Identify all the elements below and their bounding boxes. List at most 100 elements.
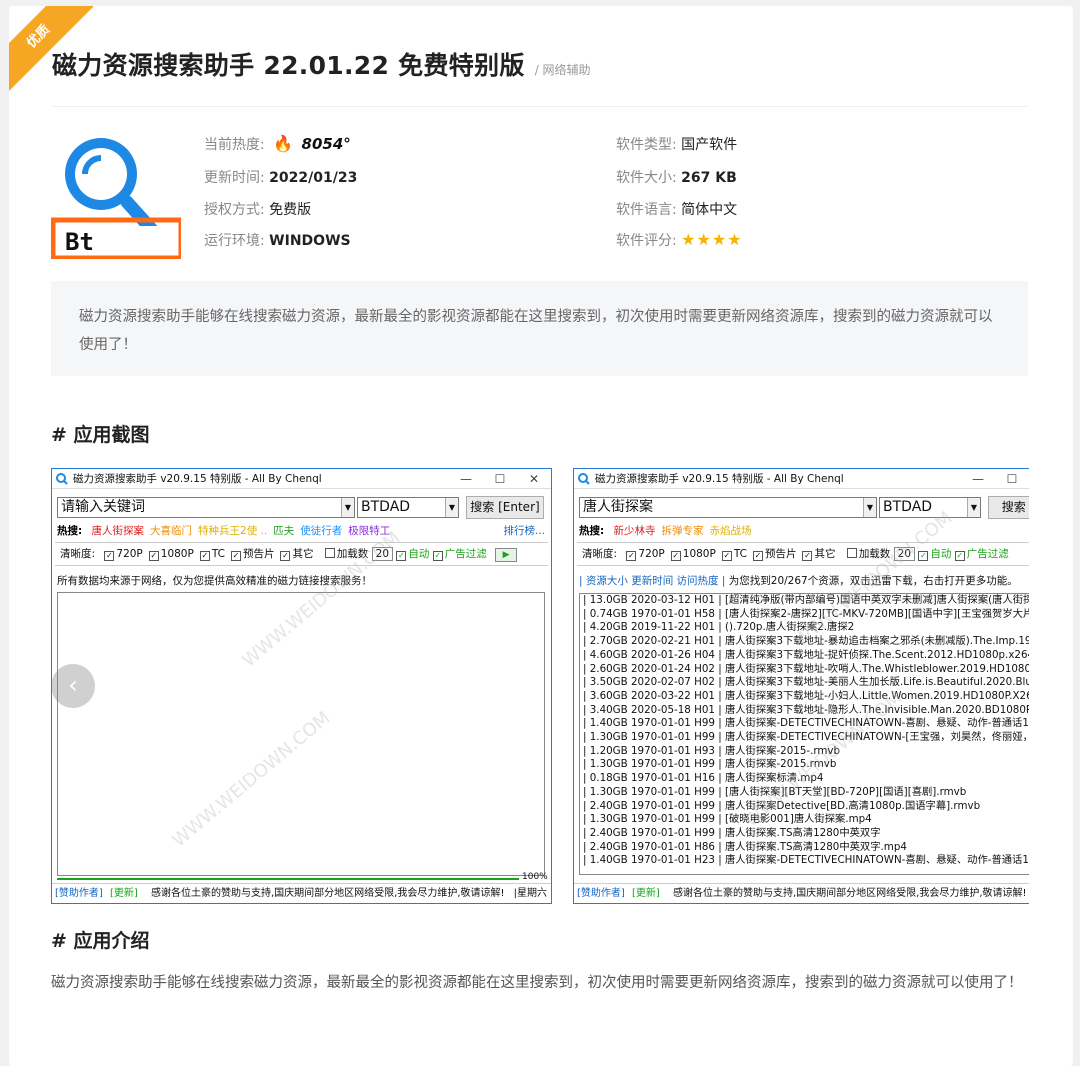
list-item[interactable]: | 13.0GB 2020-03-12 H01 | [超清纯净版(带内部编号)国… (580, 594, 1029, 608)
load-count-input[interactable]: 20 (371, 547, 394, 561)
filter-checkbox[interactable]: ✓ 720P (104, 548, 143, 561)
category-link[interactable]: / 网络辅助 (535, 61, 591, 78)
filter-checkboxes[interactable]: ✓ 720P ✓ 1080P ✓ TC ✓ 预告片 ✓ 其它 (98, 548, 313, 561)
filter-checkbox[interactable]: ✓ 1080P (670, 548, 716, 561)
star-icon: ★ (727, 230, 743, 249)
auto-toggle[interactable]: ✓ 自动 (396, 548, 429, 561)
search-button[interactable]: 搜索 [Enter] (466, 496, 544, 519)
filter-checkbox[interactable]: ✓ 其它 (802, 548, 835, 561)
sort-links[interactable]: | 资源大小 更新时间 访问热度 | (579, 575, 725, 587)
list-item[interactable]: | 4.20GB 2019-11-22 H01 | ().720p.唐人街探案2… (580, 621, 1029, 635)
hot-search-item[interactable]: 拆弹专家 (662, 525, 704, 537)
close-icon[interactable]: ✕ (517, 472, 551, 486)
filter-checkbox[interactable]: ✓ 预告片 (230, 548, 274, 561)
filter-label: 清晰度: (60, 548, 96, 560)
filter-checkbox[interactable]: ✓ TC (199, 548, 225, 561)
summary-text: 磁力资源搜索助手能够在线搜索磁力资源，最新最全的影视资源都能在这里搜索到，初次使… (79, 309, 993, 353)
list-item[interactable]: | 1.20GB 1970-01-01 H93 | 唐人街探案-2015-.rm… (580, 745, 1029, 759)
list-item[interactable]: | 1.30GB 1970-01-01 H99 | [破晓电影001]唐人街探案… (580, 813, 1029, 827)
screenshots-heading: # 应用截图 (51, 424, 150, 446)
heat-label: 当前热度: (204, 137, 265, 153)
status-message: 感谢各位土豪的赞助与支持,国庆期间部分地区网络受限,我会尽力维护,敬请谅解! (151, 888, 505, 899)
ad-filter-toggle[interactable]: ✓ 广告过滤 (954, 548, 1009, 561)
app-small-icon (56, 472, 68, 485)
chevron-down-icon[interactable]: ▼ (863, 498, 876, 517)
load-checkbox[interactable] (846, 548, 857, 558)
ad-filter-toggle[interactable]: ✓ 广告过滤 (432, 548, 487, 561)
filter-checkboxes[interactable]: ✓ 720P ✓ 1080P ✓ TC ✓ 预告片 ✓ 其它 (620, 548, 835, 561)
auto-label: 自动 (930, 548, 952, 560)
lang-label: 软件语言: (616, 202, 677, 218)
auto-toggle[interactable]: ✓ 自动 (918, 548, 952, 561)
hot-search-item[interactable]: 唐人街探案 (92, 525, 145, 537)
list-item[interactable]: | 1.30GB 1970-01-01 H99 | 唐人街探案-2015.rmv… (580, 758, 1029, 772)
status-message: 感谢各位土豪的赞助与支持,国庆期间部分地区网络受限,我会尽力维护,敬请谅解! (673, 888, 1027, 899)
env-label: 运行环境: (204, 233, 265, 249)
minimize-icon[interactable]: — (961, 472, 995, 486)
list-item[interactable]: | 2.40GB 1970-01-01 H86 | 唐人街探案.TS高清1280… (580, 841, 1029, 855)
results-list[interactable]: | 13.0GB 2020-03-12 H01 | [超清纯净版(带内部编号)国… (579, 593, 1029, 875)
info-rating: 软件评分: ★★★★ (616, 230, 743, 250)
filter-checkbox[interactable]: ✓ 720P (626, 548, 665, 561)
list-item[interactable]: | 3.60GB 2020-03-22 H01 | 唐人街探案3下载地址-小妇人… (580, 690, 1029, 704)
minimize-icon[interactable]: — (449, 472, 483, 486)
hot-search-item[interactable]: 匹夫 (273, 525, 294, 537)
app-small-icon (578, 472, 590, 485)
chevron-down-icon[interactable]: ▼ (341, 498, 354, 517)
license-value: 免费版 (269, 202, 312, 218)
hot-items: 新少林寺 拆弹专家 赤焰战场 (608, 525, 752, 537)
update-label: 更新时间: (204, 170, 265, 186)
software-card: 优质 磁力资源搜索助手 22.01.22 免费特别版 / 网络辅助 Bt 当前热… (9, 6, 1073, 1066)
maximize-icon[interactable]: ☐ (483, 472, 517, 486)
chevron-down-icon[interactable]: ▼ (445, 498, 458, 517)
list-item[interactable]: | 3.40GB 2020-05-18 H01 | 唐人街探案3下载地址-隐形人… (580, 704, 1029, 718)
chevron-down-icon[interactable]: ▼ (967, 498, 980, 517)
list-item[interactable]: | 2.60GB 2020-01-24 H02 | 唐人街探案3下载地址-吹哨人… (580, 663, 1029, 677)
screenshot-1[interactable]: 磁力资源搜索助手 v20.9.15 特别版 - All By Chenql — … (51, 468, 552, 904)
chevron-left-icon[interactable]: ‹ (51, 664, 95, 708)
hot-search-item[interactable]: 赤焰战场 (710, 525, 752, 537)
filter-checkbox[interactable]: ✓ 1080P (148, 548, 194, 561)
update-link[interactable]: [更新] (632, 888, 660, 899)
maximize-icon[interactable]: ☐ (995, 472, 1029, 486)
hot-search-item[interactable]: 大喜临门 (150, 525, 192, 537)
list-item[interactable]: | 1.40GB 1970-01-01 H99 | 唐人街探案-DETECTIV… (580, 717, 1029, 731)
hot-search-item[interactable]: 使徒行者 (300, 525, 342, 537)
sponsor-link[interactable]: [赞助作者] (577, 888, 625, 899)
engine-value: BTDAD (883, 499, 933, 515)
list-item[interactable]: | 0.74GB 1970-01-01 H58 | [唐人街探案2-唐探2][T… (580, 608, 1029, 622)
list-item[interactable]: | 2.70GB 2020-02-21 H01 | 唐人街探案3下载地址-暴劫追… (580, 635, 1029, 649)
update-value: 2022/01/23 (269, 170, 358, 186)
filter-checkbox[interactable]: ✓ TC (721, 548, 747, 561)
result-count-text: 为您找到20/267个资源，双击迅雷下载，右击打开更多功能。 (728, 575, 1018, 587)
hot-search-item[interactable]: 极限特工 (348, 525, 390, 537)
list-item[interactable]: | 1.40GB 1970-01-01 H23 | 唐人街探案-DETECTIV… (580, 854, 1029, 868)
keyword-combo[interactable]: 请输入关键词 ▼ (57, 497, 355, 518)
list-item[interactable]: | 4.60GB 2020-01-26 H04 | 唐人街探案3下载地址-捉奸侦… (580, 649, 1029, 663)
window-title: 磁力资源搜索助手 v20.9.15 特别版 - All By Chenql (73, 473, 322, 485)
list-item[interactable]: | 1.30GB 1970-01-01 H99 | 唐人街探案-DETECTIV… (580, 731, 1029, 745)
sponsor-link[interactable]: [赞助作者] (55, 888, 103, 899)
filter-checkbox[interactable]: ✓ 预告片 (752, 548, 796, 561)
load-checkbox[interactable] (324, 548, 335, 558)
hot-search-item[interactable]: 特种兵王2使 .. (198, 525, 267, 537)
hot-search-item[interactable]: 新少林寺 (614, 525, 656, 537)
engine-select[interactable]: BTDAD ▼ (357, 497, 459, 518)
star-icon: ★ (711, 230, 728, 249)
progress-label: 100% (522, 872, 548, 882)
filter-checkbox[interactable]: ✓ 其它 (280, 548, 313, 561)
search-button[interactable]: 搜索 [ (988, 496, 1029, 519)
rank-link[interactable]: 排行榜... (503, 523, 545, 538)
screenshot-2[interactable]: 磁力资源搜索助手 v20.9.15 特别版 - All By Chenql — … (573, 468, 1029, 904)
engine-select[interactable]: BTDAD ▼ (879, 497, 981, 518)
list-item[interactable]: | 2.40GB 1970-01-01 H99 | 唐人街探案.TS高清1280… (580, 827, 1029, 841)
list-item[interactable]: | 3.50GB 2020-02-07 H02 | 唐人街探案3下载地址-美丽人… (580, 676, 1029, 690)
results-list[interactable] (57, 592, 545, 876)
list-item[interactable]: | 2.40GB 1970-01-01 H99 | 唐人街探案Detective… (580, 800, 1029, 814)
list-item[interactable]: | 1.30GB 1970-01-01 H99 | [唐人街探案][BT天堂][… (580, 786, 1029, 800)
list-item[interactable]: | 0.18GB 1970-01-01 H16 | 唐人街探案标清.mp4 (580, 772, 1029, 786)
update-link[interactable]: [更新] (110, 888, 138, 899)
load-count-input[interactable]: 20 (893, 547, 916, 561)
play-icon[interactable]: ▶ (495, 548, 518, 562)
keyword-combo[interactable]: 唐人街探案 ▼ (579, 497, 877, 518)
